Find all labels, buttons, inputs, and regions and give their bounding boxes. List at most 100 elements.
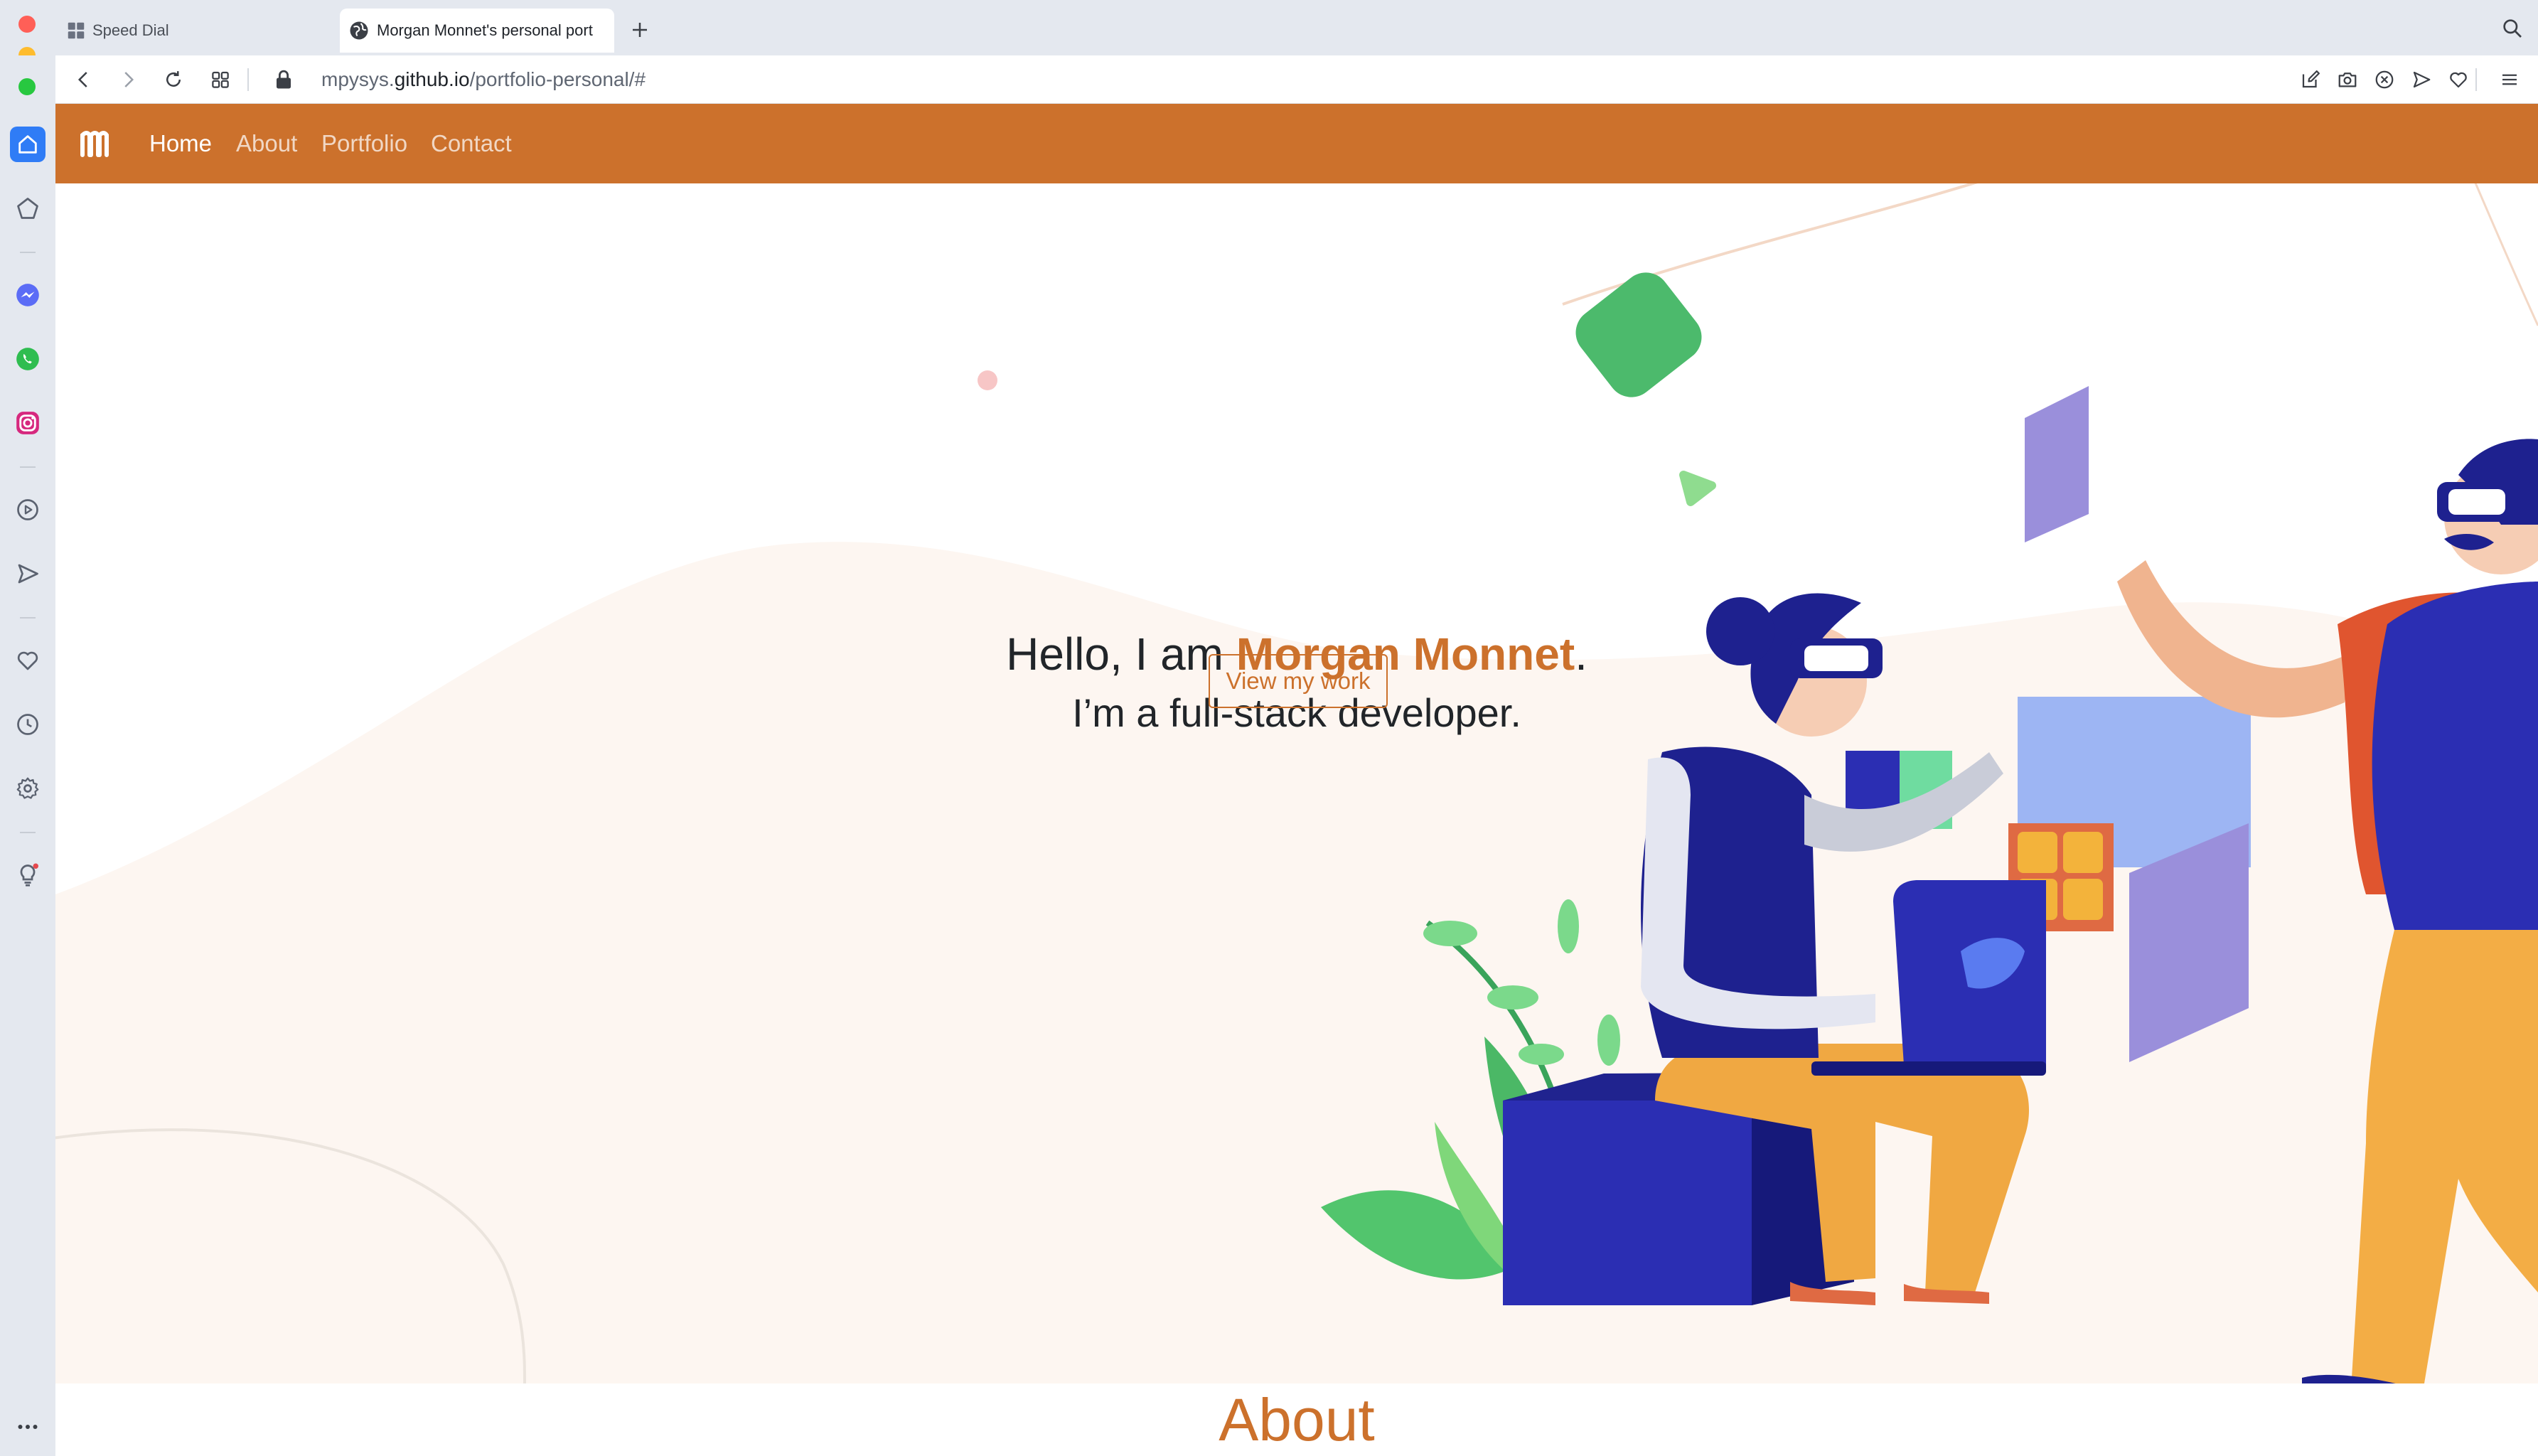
sidebar-favorites-button[interactable]	[10, 643, 45, 678]
plus-icon	[633, 23, 647, 37]
nav-home[interactable]: Home	[149, 127, 212, 161]
plant-leaf	[1519, 1044, 1564, 1065]
browser-sidebar	[0, 55, 55, 1456]
web-page: Home About Portfolio Contact Hello, I am…	[55, 104, 2538, 1456]
sidebar-home-button[interactable]	[10, 127, 45, 162]
bulb-icon	[20, 863, 38, 887]
bookmarks-icon	[17, 198, 38, 219]
new-tab-button[interactable]	[626, 16, 654, 44]
whatsapp-icon	[16, 348, 39, 370]
more-icon	[18, 1425, 38, 1429]
sidebar-more-button[interactable]	[10, 1409, 45, 1445]
settings-icon	[16, 777, 39, 799]
vr-headset-lens	[2448, 489, 2505, 515]
forward-button[interactable]	[114, 65, 142, 94]
laptop-base	[1811, 1061, 2046, 1076]
back-button[interactable]	[70, 65, 98, 94]
grid-icon	[212, 71, 229, 88]
back-icon	[77, 72, 87, 87]
toolbar-divider	[2475, 68, 2477, 91]
sidebar-bookmarks-button[interactable]	[10, 191, 45, 226]
adblock-icon	[2375, 70, 2394, 89]
instagram-icon	[16, 412, 39, 434]
snapshot-button[interactable]	[2333, 65, 2362, 94]
menu-icon	[2502, 74, 2517, 85]
site-security-button[interactable]	[272, 65, 296, 94]
sidebar-divider	[20, 252, 36, 253]
floating-panel	[2025, 386, 2089, 542]
nav-contact[interactable]: Contact	[431, 127, 512, 161]
home-icon	[18, 135, 37, 154]
plant-leaf	[1597, 1015, 1620, 1066]
plant-leaf	[1487, 985, 1538, 1010]
hero-section: Hello, I am Morgan Monnet. I’m a full-st…	[55, 183, 2538, 1383]
easy-setup-button[interactable]	[2495, 65, 2524, 94]
greeting-text: Hello, I am	[1006, 628, 1236, 680]
tab-title: Morgan Monnet's personal port	[377, 21, 593, 39]
reload-icon	[166, 71, 181, 87]
hero-illustration	[55, 183, 2538, 1383]
toolbar-divider	[247, 68, 249, 91]
sidebar-settings-button[interactable]	[10, 771, 45, 806]
decor-dot	[978, 370, 997, 390]
nav-about[interactable]: About	[236, 127, 297, 161]
tab-portfolio[interactable]: Morgan Monnet's personal port	[340, 9, 614, 53]
app-tile-cell	[2063, 879, 2103, 920]
messenger-icon	[16, 284, 39, 306]
send-to-flow-button[interactable]	[2407, 65, 2436, 94]
app-tile-cell	[2018, 832, 2057, 873]
url-domain: github.io	[394, 68, 470, 90]
edit-icon	[2302, 70, 2320, 88]
seat-box-front	[1503, 1101, 1752, 1305]
greeting-period: .	[1575, 628, 1587, 680]
about-heading: About	[1219, 1386, 1375, 1453]
decor-line	[2474, 183, 2538, 326]
decor-green-square	[1575, 272, 1702, 397]
url-path: /portfolio-personal/#	[469, 68, 646, 90]
globe-icon	[350, 21, 368, 40]
favorite-button[interactable]	[2444, 65, 2473, 94]
player-icon	[17, 499, 38, 520]
logo-icon	[80, 131, 109, 157]
sidebar-divider	[20, 466, 36, 468]
camera-icon	[2338, 73, 2357, 87]
lock-icon	[277, 70, 291, 89]
reload-button[interactable]	[159, 65, 188, 94]
site-navbar: Home About Portfolio Contact	[55, 104, 2538, 183]
plant-leaf	[1558, 899, 1579, 953]
plant-leaf	[1423, 921, 1477, 946]
sidebar-player-button[interactable]	[10, 492, 45, 528]
send-icon	[2413, 71, 2431, 88]
sidebar-whatsapp-button[interactable]	[10, 341, 45, 377]
sidebar-messenger-button[interactable]	[10, 277, 45, 313]
history-icon	[17, 714, 38, 735]
grid-icon	[68, 22, 85, 39]
tab-speed-dial[interactable]: Speed Dial	[65, 9, 336, 53]
heart-icon	[17, 651, 38, 670]
url-prefix: mpysys.	[321, 68, 395, 90]
site-logo[interactable]	[80, 128, 115, 159]
edit-button[interactable]	[2296, 65, 2325, 94]
search-tabs-button[interactable]	[2498, 14, 2527, 43]
nav-portfolio[interactable]: Portfolio	[321, 127, 407, 161]
tab-title: Speed Dial	[92, 21, 169, 39]
tab-bar: Speed Dial Morgan Monnet's personal port	[0, 0, 2538, 64]
speed-dial-button[interactable]	[206, 65, 235, 94]
app-tile-cell	[2063, 832, 2103, 873]
decor-green-triangle	[1679, 471, 1716, 506]
maximize-window-button[interactable]	[18, 78, 36, 95]
sidebar-tips-button[interactable]	[10, 857, 45, 893]
sidebar-divider	[20, 832, 36, 833]
send-icon	[18, 564, 38, 584]
sidebar-send-button[interactable]	[10, 556, 45, 592]
view-my-work-button[interactable]: View my work	[1209, 654, 1388, 708]
sidebar-divider	[20, 617, 36, 619]
close-window-button[interactable]	[18, 16, 36, 33]
heart-icon	[2450, 72, 2467, 88]
forward-icon	[124, 72, 134, 87]
sidebar-instagram-button[interactable]	[10, 405, 45, 441]
address-input[interactable]: mpysys.github.io/portfolio-personal/#	[321, 65, 646, 94]
adblock-button[interactable]	[2370, 65, 2399, 94]
sidebar-history-button[interactable]	[10, 707, 45, 742]
search-icon	[2503, 19, 2522, 38]
